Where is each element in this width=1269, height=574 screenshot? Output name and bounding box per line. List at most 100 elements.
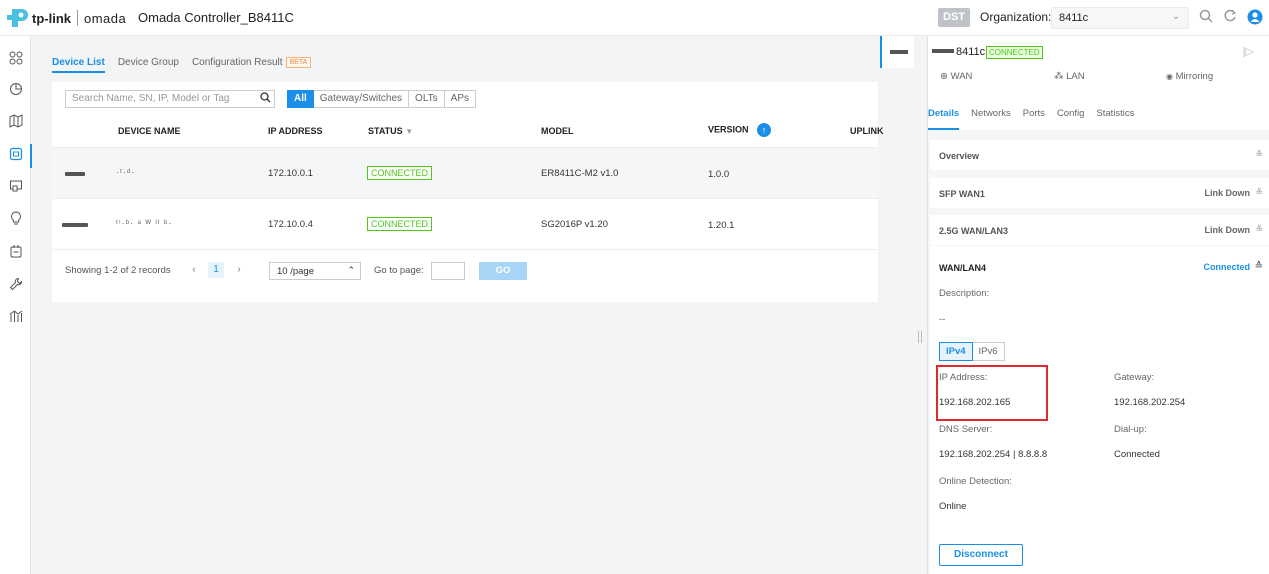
- column-version: VERSION ↑: [708, 123, 772, 137]
- chevron-down-icon[interactable]: ≚: [1255, 187, 1263, 198]
- filter-all[interactable]: All: [287, 90, 314, 108]
- search-input[interactable]: Search Name, SN, IP, Model or Tag: [65, 90, 275, 108]
- section-title: WAN/LAN4: [939, 263, 986, 273]
- dashboard-icon[interactable]: [0, 48, 31, 72]
- device-version: 1.20.1: [708, 220, 735, 231]
- panel-body: Overview ≚ SFP WAN1 Link Down ≚ 2.5G WAN…: [928, 130, 1269, 574]
- column-version-label: VERSION: [708, 124, 749, 135]
- filter-gateway-switches[interactable]: Gateway/Switches: [313, 90, 410, 108]
- column-status-label: STATUS: [368, 126, 403, 136]
- section-status: Link Down: [1204, 188, 1251, 198]
- tab-device-group[interactable]: Device Group: [118, 57, 179, 68]
- insight-icon[interactable]: [0, 208, 31, 232]
- device-image-icon: [65, 172, 85, 176]
- goto-page-input[interactable]: [431, 262, 465, 280]
- tab-ports[interactable]: Ports: [1023, 108, 1045, 130]
- goto-label: Go to page:: [374, 265, 424, 276]
- panel-device-name: 8411c: [956, 46, 986, 58]
- filter-olts[interactable]: OLTs: [409, 90, 445, 108]
- status-badge: CONNECTED: [367, 166, 433, 180]
- go-button[interactable]: GO: [479, 262, 527, 280]
- mirroring-link[interactable]: ◉ Mirroring: [1166, 71, 1213, 82]
- devices-icon[interactable]: [0, 144, 32, 168]
- page-number-button[interactable]: 1: [208, 262, 224, 278]
- upgrade-icon[interactable]: ↑: [757, 123, 772, 137]
- tab-ipv6[interactable]: IPv6: [972, 342, 1005, 361]
- column-ip-address: IP ADDRESS: [268, 126, 323, 136]
- tab-networks[interactable]: Networks: [971, 108, 1011, 130]
- device-list-card: Search Name, SN, IP, Model or Tag All Ga…: [52, 82, 884, 302]
- wan-link-label: WAN: [950, 71, 973, 82]
- wan-link[interactable]: ⊕ WAN: [940, 71, 972, 82]
- online-detection-value: Online: [939, 501, 967, 512]
- tools-icon[interactable]: [0, 274, 31, 298]
- refresh-icon[interactable]: [1221, 9, 1239, 27]
- chevron-down-icon[interactable]: ≚: [1255, 149, 1263, 160]
- clients-icon[interactable]: [0, 176, 31, 200]
- tab-ipv4[interactable]: IPv4: [939, 342, 973, 361]
- device-model: SG2016P v1.20: [541, 219, 608, 230]
- map-icon[interactable]: [0, 111, 31, 135]
- ip-address-value: 192.168.202.165: [939, 397, 1011, 408]
- log-icon[interactable]: [0, 241, 31, 265]
- prev-page-button[interactable]: ‹: [186, 262, 202, 278]
- left-sidebar: [0, 36, 32, 574]
- overview-section[interactable]: Overview ≚: [930, 140, 1269, 170]
- open-device-tab[interactable]: [880, 36, 914, 68]
- disconnect-button[interactable]: Disconnect: [939, 544, 1023, 566]
- device-name[interactable]: ·ᵗ·ᵈ·: [116, 167, 135, 177]
- device-ip: 172.10.0.1: [268, 168, 313, 179]
- tab-device-list[interactable]: Device List: [52, 57, 105, 73]
- brand-text: tp-link: [32, 10, 71, 26]
- column-status[interactable]: STATUS ▼: [368, 126, 413, 136]
- search-icon[interactable]: [260, 92, 271, 106]
- pagination: Showing 1-2 of 2 records ‹ 1 › 10 /page …: [65, 262, 865, 286]
- dns-value: 192.168.202.254 | 8.8.8.8: [939, 449, 1048, 460]
- resize-handle[interactable]: [918, 331, 922, 343]
- logo-divider: [77, 10, 78, 26]
- chevron-down-icon[interactable]: ≚: [1255, 224, 1263, 235]
- tab-config[interactable]: Config: [1057, 108, 1084, 130]
- filter-aps[interactable]: APs: [444, 90, 476, 108]
- lan-link-label: LAN: [1066, 71, 1085, 82]
- search-icon[interactable]: [1197, 9, 1215, 27]
- mirroring-link-label: Mirroring: [1175, 71, 1214, 82]
- ip-version-toggle: IPv4 IPv6: [939, 342, 1005, 361]
- section-title: Overview: [939, 151, 980, 161]
- panel-tabs: Details Networks Ports Config Statistics: [928, 108, 1269, 130]
- chevron-up-icon[interactable]: ≙: [1255, 261, 1263, 272]
- dialup-label: Dial-up:: [1114, 424, 1147, 435]
- device-tabs: Device List Device Group Configuration R…: [52, 52, 312, 73]
- dns-label: DNS Server:: [939, 424, 993, 435]
- reports-icon[interactable]: [0, 306, 31, 330]
- device-version: 1.0.0: [708, 169, 730, 180]
- user-avatar-icon[interactable]: [1246, 9, 1264, 27]
- table-row[interactable]: ·ᵗ·ᵈ· 172.10.0.1 CONNECTED ER8411C-M2 v1…: [52, 148, 878, 199]
- device-image-icon: [890, 50, 908, 54]
- tp-link-logo[interactable]: tp-link omada: [6, 6, 126, 30]
- wan-lan4-section: WAN/LAN4 Connected ≙ Description: -- IPv…: [930, 246, 1269, 574]
- device-type-filter: All Gateway/Switches OLTs APs: [287, 90, 476, 108]
- dst-badge: DST: [938, 8, 970, 27]
- online-detection-label: Online Detection:: [939, 476, 1012, 487]
- page-size-select[interactable]: 10 /page ⌃: [269, 262, 361, 280]
- panel-status-badge: CONNECTED: [986, 46, 1043, 59]
- tab-configuration-result[interactable]: Configuration Result: [192, 57, 283, 68]
- device-model: ER8411C-M2 v1.0: [541, 168, 619, 179]
- wan-lan3-section[interactable]: 2.5G WAN/LAN3 Link Down ≚: [930, 215, 1269, 245]
- sfp-wan1-section[interactable]: SFP WAN1 Link Down ≚: [930, 178, 1269, 208]
- panel-splitter: [878, 36, 922, 574]
- collapse-panel-icon[interactable]: |▷: [1243, 45, 1254, 58]
- organization-select[interactable]: 8411c ⌄: [1051, 7, 1189, 29]
- next-page-button[interactable]: ›: [231, 262, 247, 278]
- description-label: Description:: [939, 288, 990, 299]
- tab-details[interactable]: Details: [928, 108, 960, 130]
- chevron-down-icon: ⌄: [1171, 11, 1180, 22]
- lan-link[interactable]: ⁂ LAN: [1054, 71, 1085, 82]
- statistics-icon[interactable]: [0, 79, 31, 103]
- section-status: Link Down: [1204, 225, 1251, 235]
- device-name[interactable]: ᵗⁱ·ᵇ· ᵃ ᵂ ᴵᴵ ᵇ·: [116, 218, 172, 229]
- filter-icon[interactable]: ▼: [405, 127, 413, 136]
- table-row[interactable]: ᵗⁱ·ᵇ· ᵃ ᵂ ᴵᴵ ᵇ· 172.10.0.4 CONNECTED SG2…: [52, 199, 878, 250]
- tab-statistics[interactable]: Statistics: [1096, 108, 1134, 130]
